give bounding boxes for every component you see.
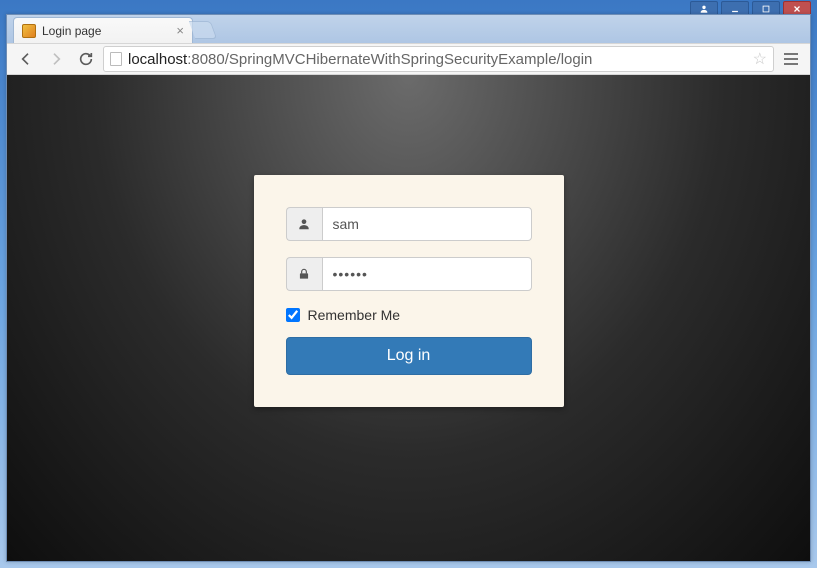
page-viewport: Remember Me Log in: [7, 75, 810, 561]
user-icon: [286, 207, 322, 241]
bookmark-star-icon[interactable]: ☆: [753, 49, 767, 69]
address-bar[interactable]: localhost:8080/SpringMVCHibernateWithSpr…: [103, 46, 774, 72]
browser-toolbar: localhost:8080/SpringMVCHibernateWithSpr…: [7, 43, 810, 75]
url-rest: :8080/SpringMVCHibernateWithSpringSecuri…: [187, 51, 592, 68]
tab-title: Login page: [42, 24, 101, 38]
login-card: Remember Me Log in: [254, 175, 564, 407]
url-text: localhost:8080/SpringMVCHibernateWithSpr…: [128, 51, 747, 68]
remember-me-text: Remember Me: [308, 307, 401, 323]
remember-me-checkbox[interactable]: [286, 308, 300, 322]
reload-button[interactable]: [73, 46, 99, 72]
remember-me-label[interactable]: Remember Me: [286, 307, 532, 323]
back-button[interactable]: [13, 46, 39, 72]
browser-window: Login page × localhost:8080/SpringMVCHib…: [6, 14, 811, 562]
login-button[interactable]: Log in: [286, 337, 532, 375]
username-input[interactable]: [322, 207, 532, 241]
url-host: localhost: [128, 51, 187, 68]
username-group: [286, 207, 532, 241]
favicon-icon: [22, 24, 36, 38]
browser-menu-button[interactable]: [778, 46, 804, 72]
browser-tab[interactable]: Login page ×: [13, 17, 193, 43]
tab-close-icon[interactable]: ×: [176, 23, 184, 38]
password-input[interactable]: [322, 257, 532, 291]
password-group: [286, 257, 532, 291]
tab-strip: Login page ×: [7, 15, 810, 43]
new-tab-button[interactable]: [189, 21, 218, 39]
page-icon: [110, 52, 122, 66]
forward-button[interactable]: [43, 46, 69, 72]
lock-icon: [286, 257, 322, 291]
